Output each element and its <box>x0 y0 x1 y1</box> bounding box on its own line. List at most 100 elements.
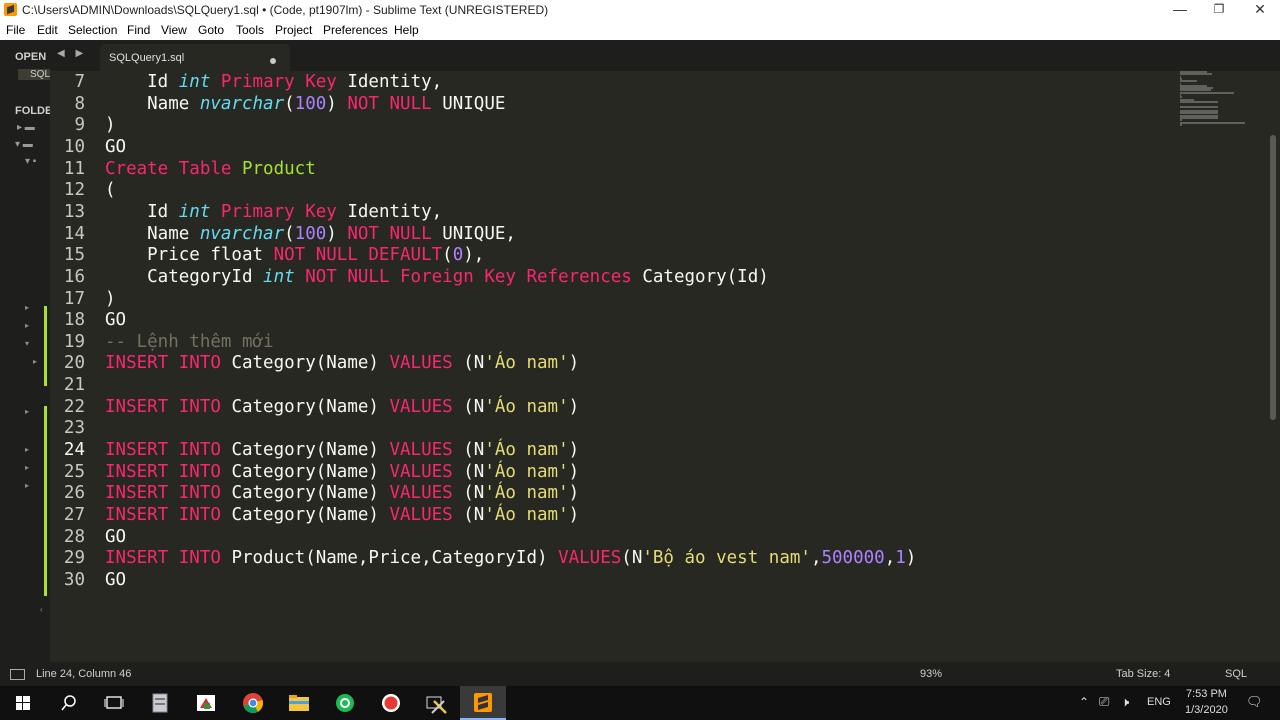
volume-icon[interactable]: 🕨 <box>1121 694 1129 710</box>
line-code[interactable]: Price float NOT NULL DEFAULT(0), <box>105 244 484 266</box>
menu-view[interactable]: View <box>161 23 187 37</box>
code-line[interactable]: 20 INSERT INTO Category(Name) VALUES (N'Á… <box>50 352 1170 374</box>
code-line[interactable]: 24 INSERT INTO Category(Name) VALUES (N'Á… <box>50 439 1170 461</box>
code-line[interactable]: 29 INSERT INTO Product(Name,Price,Categor… <box>50 547 1170 569</box>
line-code[interactable]: CategoryId int NOT NULL Foreign Key Refe… <box>105 266 769 288</box>
syntax-selector[interactable]: SQL <box>1225 668 1247 680</box>
tools-icon[interactable] <box>414 686 460 720</box>
code-line[interactable]: 15 Price float NOT NULL DEFAULT(0), <box>50 244 1170 266</box>
line-code[interactable]: GO <box>105 309 126 331</box>
code-line[interactable]: 18 GO <box>50 309 1170 331</box>
sublime-text-icon[interactable] <box>460 686 506 720</box>
maximize-button[interactable]: ❐ <box>1199 0 1239 20</box>
code-line[interactable]: 19 -- Lệnh thêm mới <box>50 331 1170 353</box>
tab-label: SQLQuery1.sql <box>109 52 185 64</box>
chrome-icon[interactable] <box>230 686 276 720</box>
tab-size-selector[interactable]: Tab Size: 4 <box>1116 668 1170 680</box>
code-token: INSERT INTO <box>105 353 221 374</box>
menu-goto[interactable]: Goto <box>198 23 224 37</box>
fold-arrow-icon[interactable]: ▸ <box>33 357 37 366</box>
line-code[interactable]: INSERT INTO Category(Name) VALUES (N'Áo … <box>105 396 579 418</box>
menu-selection[interactable]: Selection <box>68 23 117 37</box>
fold-arrow-icon[interactable]: ▸ <box>25 407 29 416</box>
minimap[interactable] <box>1176 71 1248 131</box>
code-line[interactable]: 10 GO <box>50 136 1170 158</box>
fold-arrow-icon[interactable]: ▾ <box>25 339 29 348</box>
code-token: GO <box>105 526 127 547</box>
code-line[interactable]: 30 GO <box>50 569 1170 591</box>
menu-project[interactable]: Project <box>275 23 312 37</box>
panel-toggle-icon[interactable] <box>10 669 25 680</box>
line-code[interactable]: ) <box>105 114 116 136</box>
code-line[interactable]: 16 CategoryId int NOT NULL Foreign Key R… <box>50 266 1170 288</box>
code-line[interactable]: 12 ( <box>50 179 1170 201</box>
menu-help[interactable]: Help <box>394 23 419 37</box>
code-line[interactable]: 9) <box>50 114 1170 136</box>
code-token: Category(Name) <box>220 505 390 525</box>
line-code[interactable]: INSERT INTO Product(Name,Price,CategoryI… <box>105 547 916 569</box>
tab-sqlquery1[interactable]: SQLQuery1.sql <box>100 44 290 71</box>
code-line[interactable]: 21 <box>50 374 1170 396</box>
green-circle-app-icon[interactable] <box>322 686 368 720</box>
fold-arrow-icon[interactable]: ‹ <box>40 605 43 614</box>
code-line[interactable]: 13 Id int Primary Key Identity, <box>50 201 1170 223</box>
clock-time[interactable]: 7:53 PM <box>1186 688 1227 700</box>
file-explorer-icon[interactable] <box>276 686 322 720</box>
language-indicator[interactable]: ENG <box>1147 696 1171 708</box>
line-code[interactable]: Name nvarchar(100) NOT NULL UNIQUE, <box>105 223 516 245</box>
code-line[interactable]: 11 Create Table Product <box>50 158 1170 180</box>
code-line[interactable]: 28 GO <box>50 526 1170 548</box>
fold-arrow-icon[interactable]: ▸ <box>25 321 29 330</box>
code-line[interactable]: 22 INSERT INTO Category(Name) VALUES (N'Á… <box>50 396 1170 418</box>
code-line[interactable]: 7 Id int Primary Key Identity, <box>50 71 1170 93</box>
clock-date[interactable]: 1/3/2020 <box>1185 704 1228 716</box>
line-code[interactable]: INSERT INTO Category(Name) VALUES (N'Áo … <box>105 504 579 526</box>
show-hidden-icons-icon[interactable]: ⌃ <box>1079 695 1089 709</box>
line-code[interactable]: GO <box>105 526 126 548</box>
menu-preferences[interactable]: Preferences <box>323 23 388 37</box>
line-code[interactable]: INSERT INTO Category(Name) VALUES (N'Áo … <box>105 461 579 483</box>
close-button[interactable]: ✕ <box>1240 0 1280 20</box>
line-code[interactable]: Id int Primary Key Identity, <box>105 201 442 223</box>
line-code[interactable]: INSERT INTO Category(Name) VALUES (N'Áo … <box>105 352 579 374</box>
vertical-scrollbar[interactable] <box>1270 135 1276 420</box>
code-line[interactable]: 27 INSERT INTO Category(Name) VALUES (N'Á… <box>50 504 1170 526</box>
menu-find[interactable]: Find <box>127 23 150 37</box>
code-line[interactable]: 23 <box>50 417 1170 439</box>
fold-arrow-icon[interactable]: ▸ <box>25 445 29 454</box>
fold-arrow-icon[interactable]: ▸ <box>25 463 29 472</box>
task-view-icon[interactable] <box>92 686 138 720</box>
tab-nav-arrows[interactable]: ◀ ▶ <box>57 48 87 59</box>
code-line[interactable]: 8 Name nvarchar(100) NOT NULL UNIQUE <box>50 93 1170 115</box>
line-code[interactable]: GO <box>105 136 126 158</box>
fold-arrow-icon[interactable]: ▸ <box>25 303 29 312</box>
network-icon[interactable]: ⎚ <box>1099 694 1109 710</box>
line-code[interactable]: ) <box>105 288 116 310</box>
notifications-icon[interactable]: 🗨 <box>1246 694 1263 710</box>
line-code[interactable]: -- Lệnh thêm mới <box>105 331 274 353</box>
code-line[interactable]: 25 INSERT INTO Category(Name) VALUES (N'Á… <box>50 461 1170 483</box>
minimize-button[interactable]: — <box>1160 0 1200 20</box>
search-icon[interactable] <box>46 686 92 720</box>
code-line[interactable]: 26 INSERT INTO Category(Name) VALUES (N'Á… <box>50 482 1170 504</box>
line-code[interactable]: Id int Primary Key Identity, <box>105 71 442 93</box>
line-code[interactable]: INSERT INTO Category(Name) VALUES (N'Áo … <box>105 439 579 461</box>
file-icon[interactable] <box>138 686 184 720</box>
code-line[interactable]: 14 Name nvarchar(100) NOT NULL UNIQUE, <box>50 223 1170 245</box>
menu-tools[interactable]: Tools <box>236 23 264 37</box>
line-code[interactable]: Name nvarchar(100) NOT NULL UNIQUE <box>105 93 505 115</box>
code-line[interactable]: 17) <box>50 288 1170 310</box>
fold-arrow-icon[interactable]: ▸ <box>25 481 29 490</box>
windows-start-icon[interactable] <box>0 686 46 720</box>
line-code[interactable]: Create Table Product <box>105 158 316 180</box>
line-code[interactable]: GO <box>105 569 126 591</box>
sql-app-icon[interactable] <box>184 686 230 720</box>
line-code[interactable]: INSERT INTO Category(Name) VALUES (N'Áo … <box>105 482 579 504</box>
line-code[interactable]: ( <box>105 179 116 201</box>
menu-edit[interactable]: Edit <box>37 23 58 37</box>
code-editor[interactable]: 7 Id int Primary Key Identity, 8 Name nva… <box>50 71 1230 661</box>
line-number: 30 <box>63 569 85 590</box>
unsaved-dot-icon[interactable] <box>270 58 276 64</box>
menu-file[interactable]: File <box>6 23 25 37</box>
red-record-app-icon[interactable] <box>368 686 414 720</box>
